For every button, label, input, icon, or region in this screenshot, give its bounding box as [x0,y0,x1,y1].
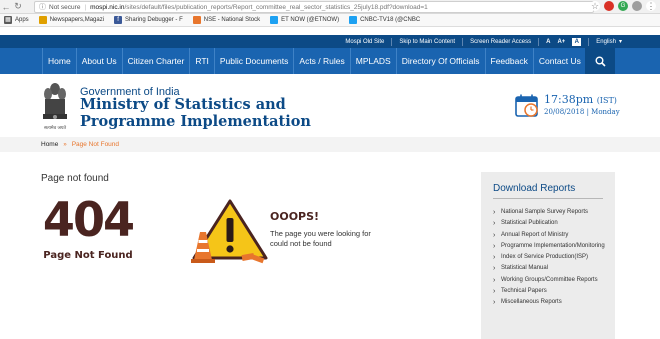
url-host: mospi.nic.in [90,3,125,11]
bookmark-newspapers[interactable]: Newspapers,Magazi [38,16,104,24]
report-link-isp[interactable]: Index of Service Production(ISP) [493,252,611,264]
bookmark-sharing-debugger[interactable]: f Sharing Debugger - F [114,16,183,24]
divider [538,37,540,46]
time-zone: (IST) [596,96,617,105]
report-link-statistical-publication[interactable]: Statistical Publication [493,218,611,230]
breadcrumb-home[interactable]: Home [41,141,58,148]
language-select[interactable]: English ▾ [596,38,622,46]
search-icon [595,56,606,67]
security-status: Not secure [49,3,81,11]
apps-grid-icon: ▦ [4,16,12,24]
url-separator: | [84,3,87,11]
download-reports-list: National Sample Survey Reports Statistic… [493,207,611,309]
nav-item-citizen-charter[interactable]: Citizen Charter [123,48,191,74]
ministry-title[interactable]: Ministry of Statistics and Programme Imp… [80,96,311,130]
download-reports-title: Download Reports [493,183,576,194]
report-link-technical-papers[interactable]: Technical Papers [493,286,611,298]
report-link-miscellaneous[interactable]: Miscellaneous Reports [493,297,611,309]
error-code-subtitle: Page Not Found [43,250,133,261]
nav-item-directory-of-officials[interactable]: Directory Of Officials [397,48,486,74]
report-link-statistical-manual[interactable]: Statistical Manual [493,263,611,275]
report-link-nss[interactable]: National Sample Survey Reports [493,207,611,219]
utility-bar: Mospi Old Site Skip to Main Content Scre… [0,35,660,48]
url-path: /sites/default/files/publication_reports… [124,3,428,11]
oops-heading: OOOPS! [270,210,320,223]
back-icon[interactable]: ← [0,2,12,12]
ministry-title-line-2: Programme Implementation [80,113,311,130]
font-decrease-button[interactable]: A [546,39,550,45]
report-link-working-groups[interactable]: Working Groups/Committee Reports [493,275,611,287]
error-message: The page you were looking for could not … [270,229,371,248]
divider [391,37,393,46]
star-icon[interactable]: ☆ [590,1,600,11]
screen-reader-link[interactable]: Screen Reader Access [470,39,531,45]
report-link-programme-implementation[interactable]: Programme Implementation/Monitoring [493,241,611,253]
divider [462,37,464,46]
nav-item-home[interactable]: Home [42,48,77,74]
breadcrumb-current: Page Not Found [71,141,120,148]
download-reports-panel: Download Reports National Sample Survey … [481,172,615,339]
current-date: 20/08/2018 | Monday [544,108,620,116]
search-button[interactable] [585,48,615,74]
info-icon[interactable]: ⓘ [39,2,46,12]
url-input[interactable]: ⓘ Not secure | mospi.nic.in/sites/defaul… [34,1,594,13]
bookmark-et-now[interactable]: ET NOW (@ETNOW) [270,16,339,24]
time-value: 17:38pm [544,93,594,106]
breadcrumb: Home » Page Not Found [0,137,660,152]
bookmarks-bar: ▦ Apps Newspapers,Magazi f Sharing Debugge… [0,14,660,27]
main-navigation: Home About Us Citizen Charter RTI Public… [0,48,660,74]
national-emblem-logo: सत्यमेव जयते [43,83,67,131]
nav-item-acts-rules[interactable]: Acts / Rules [294,48,351,74]
breadcrumb-separator-icon: » [63,141,67,148]
bookmark-cnbc[interactable]: CNBC-TV18 (@CNBC [349,16,420,24]
old-site-link[interactable]: Mospi Old Site [345,39,384,45]
twitter-icon [270,16,279,24]
browser-actions: ☆ G ⋮ [590,1,656,11]
nav-item-feedback[interactable]: Feedback [486,48,534,74]
chevron-down-icon: ▾ [618,39,622,45]
page-title: Page not found [41,173,109,184]
extension-grey-icon[interactable] [632,1,642,11]
twitter-icon [349,16,358,24]
divider [493,198,603,199]
ministry-title-line-1: Ministry of Statistics and [80,96,286,113]
bookmark-nse[interactable]: NSE - National Stock [192,16,260,24]
font-increase-button[interactable]: A+ [557,39,565,45]
language-label: English [596,38,616,45]
report-link-annual-report[interactable]: Annual Report of Ministry [493,230,611,242]
current-time: 17:38pm (IST) [544,93,617,106]
extension-green-icon[interactable]: G [618,1,628,11]
browser-address-bar: ← ↻ ⓘ Not secure | mospi.nic.in/sites/de… [0,0,660,14]
nav-item-mplads[interactable]: MPLADS [351,48,397,74]
menu-icon[interactable]: ⋮ [646,1,656,11]
divider [588,37,590,46]
newspaper-icon [38,16,47,24]
nse-icon [192,16,201,24]
reload-icon[interactable]: ↻ [12,1,24,12]
bookmark-apps[interactable]: ▦ Apps [4,16,29,24]
extension-red-icon[interactable] [604,1,614,11]
nav-item-about-us[interactable]: About Us [77,48,123,74]
calendar-clock-icon [515,94,538,117]
contrast-toggle-button[interactable]: A [572,37,582,46]
nav-item-public-documents[interactable]: Public Documents [215,48,295,74]
facebook-icon: f [114,16,123,24]
warning-sign-illustration [191,199,268,264]
error-code: 404 [42,193,135,248]
nav-item-contact-us[interactable]: Contact Us [534,48,587,74]
skip-to-content-link[interactable]: Skip to Main Content [399,39,455,45]
emblem-caption: सत्यमेव जयते [44,124,67,131]
nav-item-rti[interactable]: RTI [190,48,215,74]
